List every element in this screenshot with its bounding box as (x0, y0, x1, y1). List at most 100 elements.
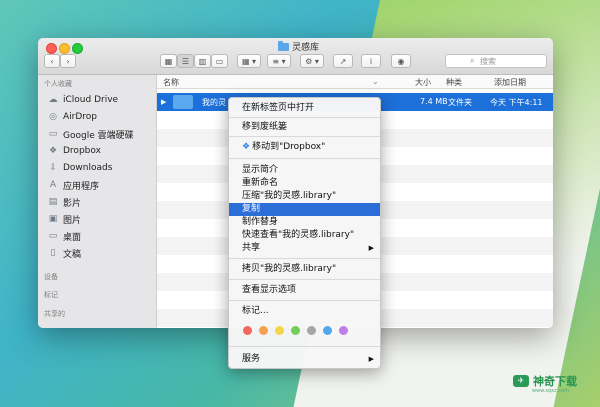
column-header: 名称 ⌄ 大小 种类 添加日期 (157, 75, 553, 89)
folder-icon (173, 95, 193, 109)
info-button[interactable]: i (361, 54, 381, 68)
sidebar-item-label: 桌面 (63, 232, 82, 243)
sidebar-item-dropbox[interactable]: ❖ Dropbox (48, 144, 101, 158)
row-kind: 文件夹 (448, 98, 472, 107)
menu-item-services[interactable]: 服务 ▶ (229, 353, 380, 366)
view-icon-button[interactable]: ▦ (160, 54, 177, 68)
applications-icon: A (49, 180, 57, 190)
tag-color-dot[interactable] (339, 326, 348, 335)
menu-separator (229, 136, 380, 137)
tag-color-dot[interactable] (291, 326, 300, 335)
sidebar-item-movies[interactable]: ▤ 影片 (48, 195, 81, 209)
sort-chevron-icon[interactable]: ⌄ (372, 77, 379, 86)
view-cover-flow-button[interactable]: ▭ (211, 54, 228, 68)
forward-button[interactable]: › (60, 54, 76, 68)
tag-color-dot[interactable] (323, 326, 332, 335)
tag-color-dot[interactable] (259, 326, 268, 335)
sidebar-item-label: Dropbox (63, 146, 101, 156)
menu-item-label: 移动到"Dropbox" (252, 142, 326, 152)
sidebar-item-applications[interactable]: A 应用程序 (48, 178, 99, 192)
menu-item-label: 服务 (242, 354, 261, 364)
menu-item-rename[interactable]: 重新命名 (229, 177, 380, 190)
sidebar-item-icloud-drive[interactable]: ☁ iCloud Drive (48, 93, 119, 107)
documents-icon: ▯ (50, 248, 56, 258)
menu-item-share[interactable]: 共享 ▶ (229, 242, 380, 255)
window-title-text: 灵感库 (292, 43, 320, 53)
sidebar-item-label: Google 雲端硬碟 (63, 130, 134, 141)
context-menu: 在新标签页中打开 移到废纸篓 ❖ 移动到"Dropbox" 显示简介 重新命名 压… (228, 97, 381, 369)
arrange-button[interactable]: ▦ ▾ (237, 54, 261, 68)
menu-separator (229, 258, 380, 259)
menu-separator (229, 279, 380, 280)
zoom-button[interactable] (72, 43, 83, 54)
favorites-header: 个人收藏 (44, 80, 72, 88)
watermark-url: www.sqxz.com (532, 388, 570, 394)
sidebar: 个人收藏 ☁ iCloud Drive ◎ AirDrop ▭ Google 雲… (38, 75, 157, 328)
sidebar-item-label: 文稿 (63, 249, 82, 260)
row-date: 今天 下午4:11 (490, 98, 543, 107)
sidebar-item-documents[interactable]: ▯ 文稿 (48, 246, 82, 260)
search-field[interactable]: ⌕ 搜索 (445, 54, 547, 68)
disclosure-triangle-icon[interactable]: ▶ (161, 98, 166, 106)
sidebar-item-pictures[interactable]: ▣ 图片 (48, 212, 81, 226)
group-button[interactable]: ≡ ▾ (267, 54, 291, 68)
view-columns-button[interactable]: ▥ (194, 54, 211, 68)
dropbox-icon: ❖ (242, 142, 251, 152)
sidebar-item-downloads[interactable]: ⇩ Downloads (48, 161, 112, 175)
search-placeholder: 搜索 (480, 56, 496, 66)
window-title: 灵感库 (278, 40, 319, 53)
tags-header[interactable]: 标记 (44, 290, 58, 300)
menu-item-quick-look[interactable]: 快速查看"我的灵感.library" (229, 229, 380, 242)
airdrop-icon: ◎ (49, 112, 57, 122)
menu-separator (229, 300, 380, 301)
sidebar-item-label: Downloads (63, 163, 113, 173)
column-size[interactable]: 大小 (415, 77, 431, 88)
desktop-icon: ▭ (48, 231, 58, 241)
view-list-button[interactable]: ☰ (177, 54, 194, 68)
shared-header[interactable]: 共享的 (44, 309, 65, 319)
menu-separator (229, 117, 380, 118)
sidebar-item-airdrop[interactable]: ◎ AirDrop (48, 110, 97, 124)
menu-item-show-view-options[interactable]: 查看显示选项 (229, 284, 380, 297)
row-size: 7.4 MB (420, 97, 448, 106)
column-date-added[interactable]: 添加日期 (494, 77, 526, 88)
sidebar-item-label: 应用程序 (63, 181, 100, 192)
minimize-button[interactable] (59, 43, 70, 54)
quick-look-button[interactable]: ◉ (391, 54, 411, 68)
menu-separator (229, 158, 380, 159)
menu-item-move-to-dropbox[interactable]: ❖ 移动到"Dropbox" (229, 141, 380, 154)
watermark-logo: ✈ 神奇下载 (513, 373, 577, 389)
action-gear-button[interactable]: ⚙ ▾ (300, 54, 324, 68)
movies-icon: ▤ (48, 197, 58, 207)
menu-item-compress[interactable]: 压缩"我的灵感.library" (229, 190, 380, 203)
menu-item-tags[interactable]: 标记... (229, 305, 380, 318)
close-button[interactable] (46, 43, 57, 54)
devices-header[interactable]: 设备 (44, 272, 58, 282)
menu-item-copy[interactable]: 拷贝"我的灵感.library" (229, 263, 380, 276)
menu-separator (229, 346, 380, 347)
folder-icon (278, 40, 289, 51)
sidebar-item-label: 图片 (63, 215, 82, 226)
tag-color-dot[interactable] (275, 326, 284, 335)
menu-item-make-alias[interactable]: 制作替身 (229, 216, 380, 229)
sidebar-item-google-drive[interactable]: ▭ Google 雲端硬碟 (48, 127, 134, 141)
menu-item-duplicate[interactable]: 复制 (229, 203, 380, 216)
tag-color-dot[interactable] (243, 326, 252, 335)
column-name[interactable]: 名称 (163, 77, 179, 88)
sidebar-item-desktop[interactable]: ▭ 桌面 (48, 229, 81, 243)
pictures-icon: ▣ (48, 214, 58, 224)
tag-color-dot[interactable] (307, 326, 316, 335)
menu-item-get-info[interactable]: 显示简介 (229, 164, 380, 177)
submenu-arrow-icon: ▶ (368, 355, 374, 363)
watermark-brand: 神奇下载 (533, 375, 577, 388)
menu-item-open-in-new-tab[interactable]: 在新标签页中打开 (229, 102, 380, 115)
back-button[interactable]: ‹ (44, 54, 60, 68)
dropbox-icon: ❖ (48, 146, 58, 156)
row-name: 我的灵 (202, 98, 226, 107)
column-kind[interactable]: 种类 (446, 77, 462, 88)
sidebar-item-label: iCloud Drive (63, 95, 119, 105)
sidebar-item-label: AirDrop (63, 112, 98, 122)
plane-logo-icon: ✈ (513, 375, 529, 387)
menu-item-move-to-trash[interactable]: 移到废纸篓 (229, 121, 380, 134)
share-button[interactable]: ↗ (333, 54, 353, 68)
